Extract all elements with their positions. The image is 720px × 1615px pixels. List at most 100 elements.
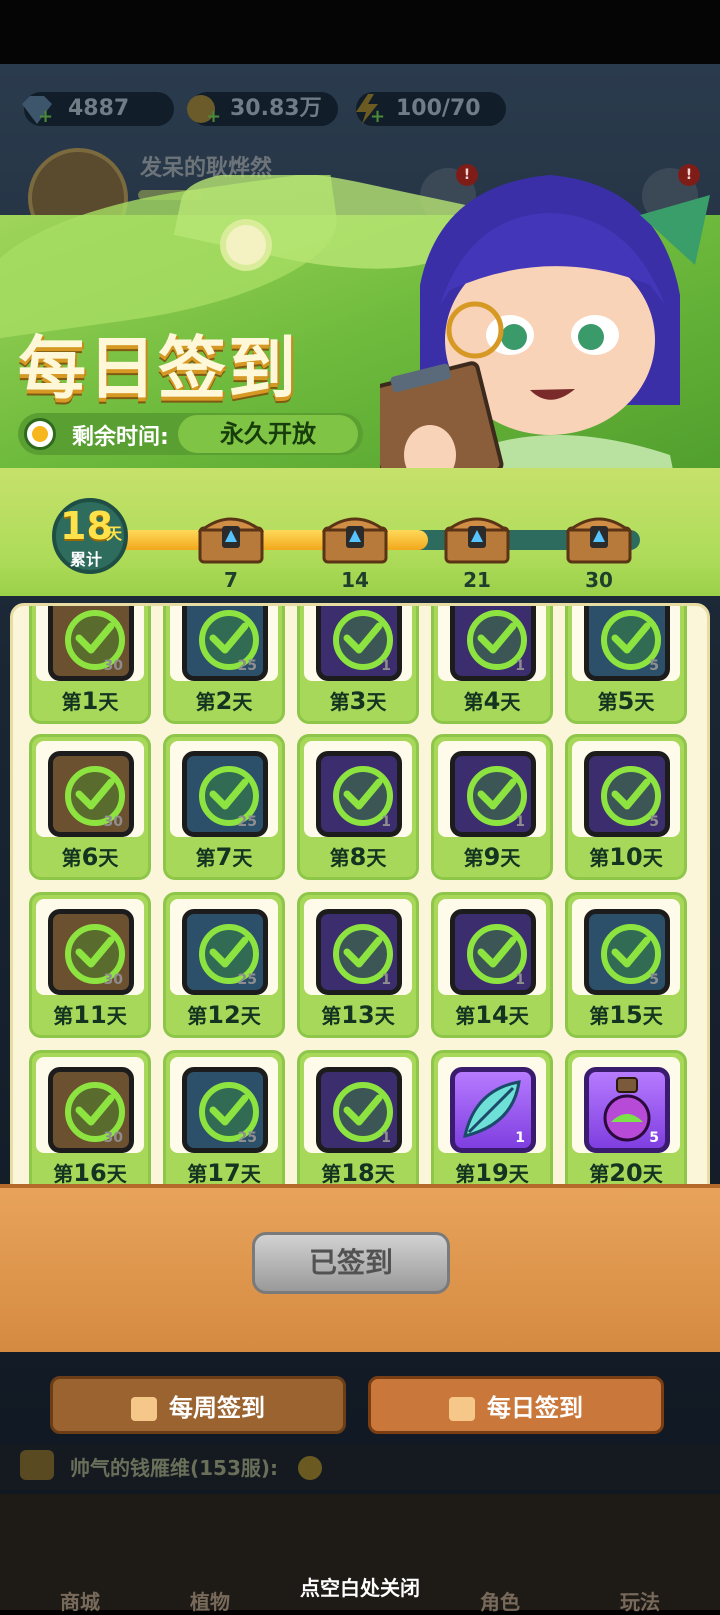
day-cell-4[interactable]: 1 第4天 [431,606,553,724]
day-label-suffix: 天 [642,1162,663,1186]
milestone-label: 14 [341,568,369,592]
day-label-suffix: 天 [366,690,387,714]
time-value: 永久开放 [178,415,358,453]
calendar-panel: 30 第1天 25 第2天 1 第3天 1 第4天 5 第5天 30 第6天 25 第7天 1 第8天 1 第9天… [10,603,710,1225]
day-label: 第10天 [568,842,684,871]
day-label-prefix: 第 [463,690,484,714]
day-cell-8[interactable]: 1 第8天 [297,734,419,880]
svg-text:+: + [370,106,385,126]
reward-item: 25 [182,606,268,681]
day-label-suffix: 天 [374,1162,395,1186]
day-label-prefix: 第 [187,1004,208,1028]
banner-title: 每日签到 [18,330,299,409]
cumulative-days-count: 18 [60,504,113,548]
day-number: 5 [617,687,635,715]
tap-to-close-hint[interactable]: 点空白处关闭 [0,1572,720,1601]
day-label-suffix: 天 [106,1004,127,1028]
milestone-chest-icon[interactable] [565,512,633,564]
reward-item: 1 [316,1067,402,1153]
day-cell-9[interactable]: 1 第9天 [431,734,553,880]
day-label-suffix: 天 [500,690,521,714]
day-cell-19[interactable]: 1 第19天 [431,1050,553,1196]
day-cell-11[interactable]: 30 第11天 [29,892,151,1038]
day-label-suffix: 天 [240,1004,261,1028]
day-number: 7 [215,843,233,871]
day-label-suffix: 天 [508,1162,529,1186]
flower-icon [226,225,266,265]
day-label: 第3天 [300,686,416,715]
day-label-suffix: 天 [240,1162,261,1186]
day-label-suffix: 天 [642,846,663,870]
reward-quantity: 1 [515,658,525,674]
calendar-icon [131,1397,157,1421]
clock-icon [24,418,56,450]
day-label-suffix: 天 [106,1162,127,1186]
day-cell-14[interactable]: 1 第14天 [431,892,553,1038]
milestone-chest-icon[interactable] [443,512,511,564]
day-cell-6[interactable]: 30 第6天 [29,734,151,880]
day-number: 4 [483,687,501,715]
daily-signin-tab[interactable]: 每日签到 [368,1376,664,1434]
day-cell-13[interactable]: 1 第13天 [297,892,419,1038]
reward-item: 25 [182,751,268,837]
day-cell-20[interactable]: 5 第20天 [565,1050,687,1196]
day-label-prefix: 第 [195,690,216,714]
day-label-prefix: 第 [53,1162,74,1186]
day-cell-15[interactable]: 5 第15天 [565,892,687,1038]
day-number: 14 [475,1001,509,1029]
chat-message: 帅气的钱雁维(153服): [70,1456,279,1480]
day-label-prefix: 第 [329,690,350,714]
day-cell-1[interactable]: 30 第1天 [29,606,151,724]
day-cell-18[interactable]: 1 第18天 [297,1050,419,1196]
reward-item: 30 [48,751,134,837]
day-cell-2[interactable]: 25 第2天 [163,606,285,724]
day-cell-3[interactable]: 1 第3天 [297,606,419,724]
day-label-prefix: 第 [463,846,484,870]
cumulative-days-badge: 18 天 累计 [52,498,128,574]
day-cell-12[interactable]: 25 第12天 [163,892,285,1038]
day-label: 第20天 [568,1158,684,1187]
reward-quantity: 25 [237,972,257,988]
reward-item: 30 [48,606,134,681]
day-label: 第15天 [568,1000,684,1029]
day-number: 6 [81,843,99,871]
day-label: 第11天 [32,1000,148,1029]
day-label: 第18天 [300,1158,416,1187]
day-label: 第7天 [166,842,282,871]
milestone-chest-icon[interactable] [197,512,265,564]
weekly-signin-tab[interactable]: 每周签到 [50,1376,346,1434]
day-cell-17[interactable]: 25 第17天 [163,1050,285,1196]
milestone-label: 30 [585,568,613,592]
reward-quantity: 1 [381,658,391,674]
reward-quantity: 5 [649,972,659,988]
milestone-label: 21 [463,568,491,592]
day-cell-16[interactable]: 30 第16天 [29,1050,151,1196]
day-cell-10[interactable]: 5 第10天 [565,734,687,880]
day-label-prefix: 第 [589,1004,610,1028]
day-label: 第8天 [300,842,416,871]
reward-quantity: 25 [237,658,257,674]
day-number: 9 [483,843,501,871]
reward-item: 1 [316,606,402,681]
day-label-prefix: 第 [195,846,216,870]
day-cell-7[interactable]: 25 第7天 [163,734,285,880]
reward-item: 1 [450,1067,536,1153]
day-label: 第6天 [32,842,148,871]
reward-quantity: 1 [515,1130,525,1146]
day-label: 第9天 [434,842,550,871]
milestone-label: 7 [224,568,238,592]
day-number: 16 [73,1159,107,1187]
signed-button[interactable]: 已签到 [252,1232,450,1294]
reward-item: 1 [450,606,536,681]
chat-bar[interactable]: 帅气的钱雁维(153服): [0,1444,720,1490]
day-label: 第12天 [166,1000,282,1029]
reward-quantity: 1 [515,972,525,988]
day-cell-5[interactable]: 5 第5天 [565,606,687,724]
day-number: 3 [349,687,367,715]
reward-quantity: 1 [381,814,391,830]
gem-value: 4887 [68,96,130,121]
reward-item: 1 [316,909,402,995]
milestone-chest-icon[interactable] [321,512,389,564]
reward-item: 25 [182,1067,268,1153]
day-number: 8 [349,843,367,871]
